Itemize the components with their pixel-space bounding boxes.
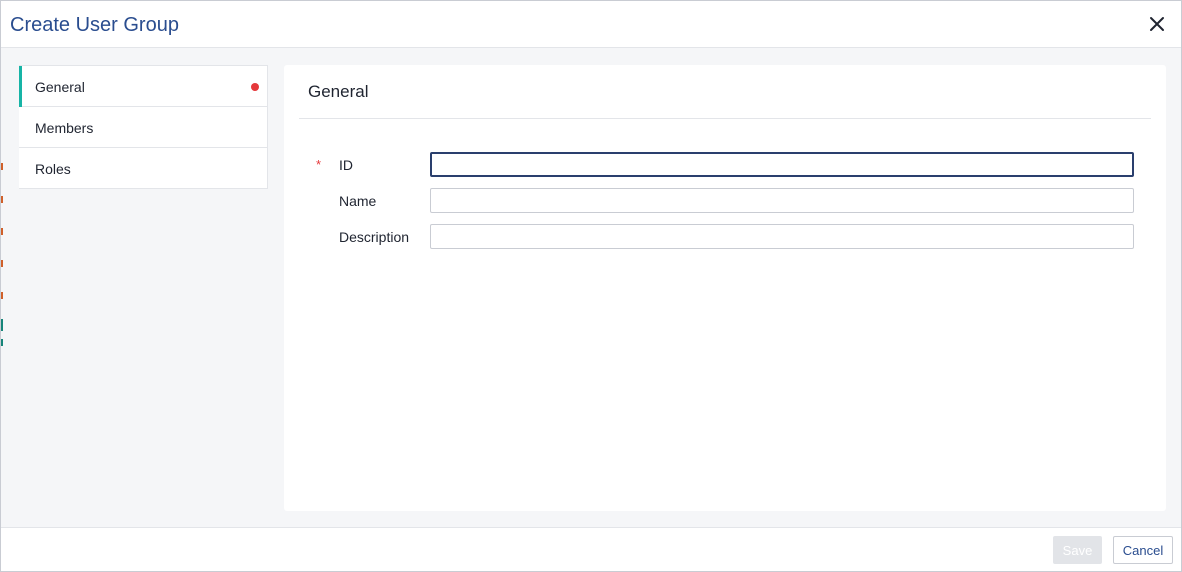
id-field[interactable]	[430, 152, 1134, 177]
name-label: Name	[339, 193, 377, 209]
close-icon	[1150, 17, 1164, 31]
close-button[interactable]	[1145, 12, 1169, 36]
id-label: ID	[339, 157, 353, 173]
create-user-group-dialog: Create User Group General Members Roles …	[0, 0, 1182, 572]
general-panel: General * ID Name Description	[284, 65, 1166, 511]
cancel-button[interactable]: Cancel	[1113, 536, 1173, 564]
panel-title: General	[308, 82, 369, 101]
section-nav: General Members Roles	[19, 65, 268, 189]
required-marker: *	[316, 157, 322, 172]
divider	[299, 118, 1151, 119]
dialog-header: Create User Group	[1, 1, 1181, 48]
nav-item-general[interactable]: General	[19, 66, 267, 107]
name-field[interactable]	[430, 188, 1134, 213]
description-label: Description	[339, 229, 410, 245]
error-indicator-dot	[251, 83, 259, 91]
nav-item-label: Members	[35, 120, 94, 136]
nav-item-members[interactable]: Members	[19, 107, 267, 148]
save-button[interactable]: Save	[1053, 536, 1102, 564]
nav-item-label: Roles	[35, 161, 71, 177]
dialog-footer: Save Cancel	[1, 527, 1181, 571]
nav-item-roles[interactable]: Roles	[19, 148, 267, 189]
description-field[interactable]	[430, 224, 1134, 249]
nav-item-label: General	[35, 79, 85, 95]
dialog-title: Create User Group	[10, 14, 179, 36]
